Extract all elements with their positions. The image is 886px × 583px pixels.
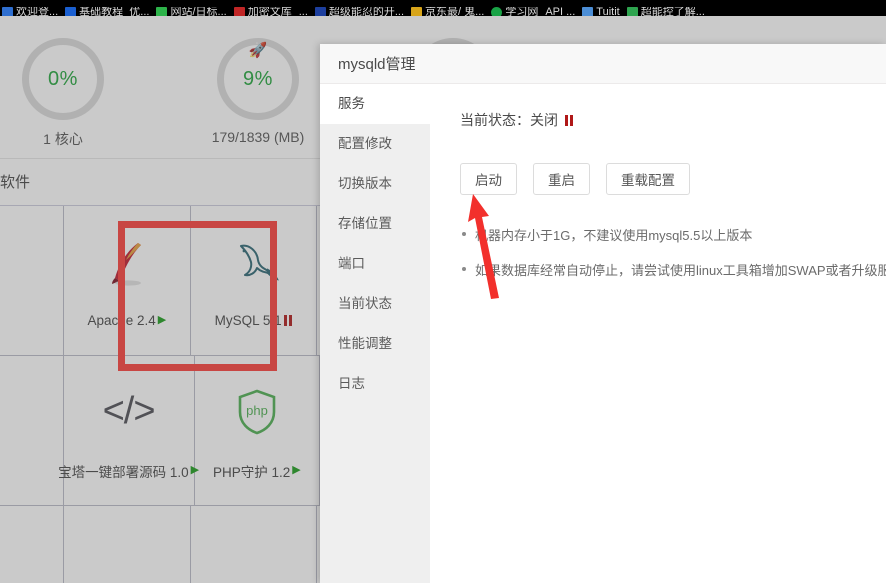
bullet-icon	[462, 232, 466, 236]
bookmark-item[interactable]: Tuitit	[582, 7, 620, 16]
bookmark-favicon-icon	[411, 7, 423, 16]
dialog-title: mysqld管理	[338, 56, 416, 73]
sidebar-item-label: 端口	[338, 256, 365, 271]
bookmark-favicon-icon	[491, 7, 503, 16]
bookmark-item[interactable]: 网站/日标...	[156, 7, 227, 16]
mysqld-management-dialog: mysqld管理 服务 配置修改 切换版本 存储位置 端口 当前状态 性能调整 …	[320, 44, 886, 583]
reload-config-button[interactable]: 重载配置	[606, 163, 690, 195]
start-button[interactable]: 启动	[460, 163, 517, 195]
bookmark-label: ...	[298, 7, 308, 16]
sidebar-item-label: 存储位置	[338, 216, 392, 231]
sidebar-item-log[interactable]: 日志	[320, 364, 430, 404]
service-status: 当前状态：关闭	[460, 110, 886, 130]
bookmark-label: 超能控了解...	[640, 7, 705, 16]
bookmark-label: API ...	[545, 7, 576, 16]
bookmark-item[interactable]: 加密文库	[233, 7, 292, 16]
bookmark-item[interactable]: 基础教程_优...	[65, 7, 149, 16]
tip-text: 机器内存小于1G，不建议使用mysql5.5以上版本	[475, 228, 753, 243]
sidebar-item-current-status[interactable]: 当前状态	[320, 284, 430, 324]
sidebar-item-label: 服务	[338, 96, 365, 111]
sidebar-item-performance-tuning[interactable]: 性能调整	[320, 324, 430, 364]
status-label: 当前状态：关闭	[460, 112, 558, 128]
bookmark-label: 网站/日标...	[170, 7, 227, 16]
bookmark-favicon-icon	[65, 7, 77, 16]
bookmark-item[interactable]: 超能控了解...	[626, 7, 705, 16]
bullet-icon	[462, 267, 466, 271]
browser-bookmark-bar: 欢迎登... 基础教程_优... 网站/日标... 加密文库 ... 超级能忍的…	[0, 0, 886, 16]
sidebar-item-config-edit[interactable]: 配置修改	[320, 124, 430, 164]
bookmark-overflow[interactable]: ...	[299, 7, 308, 16]
screen: 欢迎登... 基础教程_优... 网站/日标... 加密文库 ... 超级能忍的…	[0, 0, 886, 583]
bookmark-label: 欢迎登...	[16, 7, 59, 16]
sidebar-item-label: 当前状态	[338, 296, 392, 311]
sidebar-item-switch-version[interactable]: 切换版本	[320, 164, 430, 204]
dialog-body: 服务 配置修改 切换版本 存储位置 端口 当前状态 性能调整 日志 当前状态：关…	[320, 84, 886, 583]
sidebar-item-label: 性能调整	[338, 336, 392, 351]
bookmark-favicon-icon	[233, 7, 245, 16]
dialog-content: 当前状态：关闭 启动 重启 重载配置 机器内存小于1G，不建议使用mysql5.…	[430, 84, 886, 583]
bookmark-item[interactable]: 超级能忍的开...	[314, 7, 405, 16]
sidebar-item-label: 切换版本	[338, 176, 392, 191]
bookmark-favicon-icon	[156, 7, 168, 16]
sidebar-item-port[interactable]: 端口	[320, 244, 430, 284]
sidebar-item-storage-location[interactable]: 存储位置	[320, 204, 430, 244]
bookmark-favicon-icon	[582, 7, 594, 16]
bookmark-label: 基础教程_优...	[79, 7, 150, 16]
pause-icon	[565, 114, 573, 126]
bookmark-label: 加密文库	[247, 7, 292, 16]
restart-button[interactable]: 重启	[533, 163, 590, 195]
dialog-header: mysqld管理	[320, 44, 886, 84]
bookmark-label: Tuitit	[596, 7, 620, 16]
bookmark-favicon-icon	[314, 7, 326, 16]
bookmark-item[interactable]: 京东最/ 鬼...	[411, 7, 484, 16]
tip-text: 如果数据库经常自动停止，请尝试使用linux工具箱增加SWAP或者升级服务器内存	[475, 263, 886, 278]
bookmark-label: 超级能忍的开...	[328, 7, 405, 16]
sidebar-item-label: 配置修改	[338, 136, 392, 151]
tip-item: 如果数据库经常自动停止，请尝试使用linux工具箱增加SWAP或者升级服务器内存	[460, 260, 886, 279]
bookmark-item[interactable]: API ...	[545, 7, 575, 16]
dialog-sidebar: 服务 配置修改 切换版本 存储位置 端口 当前状态 性能调整 日志	[320, 84, 430, 583]
tip-item: 机器内存小于1G，不建议使用mysql5.5以上版本	[460, 225, 886, 244]
bookmark-favicon-icon	[626, 7, 638, 16]
service-action-buttons: 启动 重启 重载配置	[460, 163, 886, 195]
bookmark-item[interactable]: 欢迎登...	[2, 7, 58, 16]
bookmark-favicon-icon	[2, 7, 13, 16]
bookmark-label: 京东最/ 鬼...	[425, 7, 485, 16]
sidebar-item-service[interactable]: 服务	[320, 84, 430, 124]
sidebar-item-label: 日志	[338, 376, 365, 391]
tips-list: 机器内存小于1G，不建议使用mysql5.5以上版本 如果数据库经常自动停止，请…	[460, 225, 886, 279]
bookmark-item[interactable]: 学习网	[491, 7, 538, 16]
bookmark-label: 学习网	[505, 7, 539, 16]
